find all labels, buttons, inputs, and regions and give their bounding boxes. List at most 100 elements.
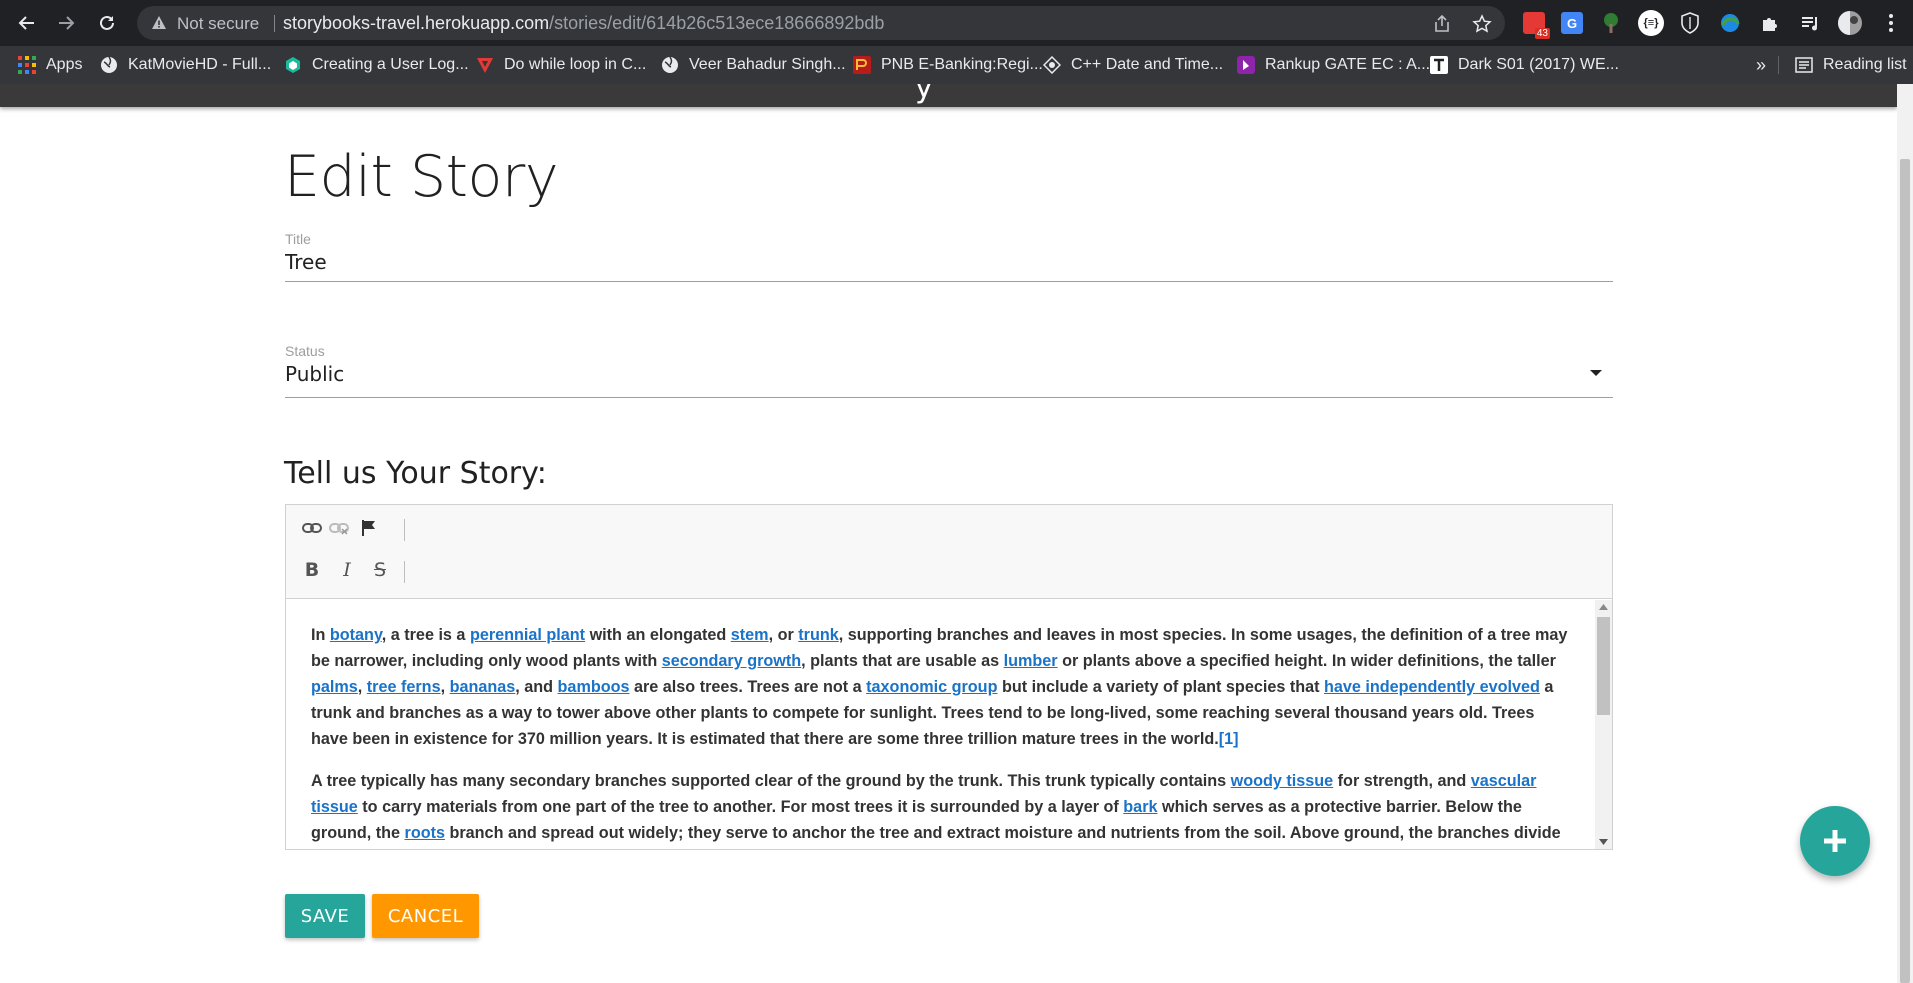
story-link[interactable]: woody tissue <box>1231 772 1334 790</box>
shield-extension-icon[interactable] <box>1677 10 1703 36</box>
bookmark-dark[interactable]: Dark S01 (2017) WE... <box>1430 54 1619 76</box>
t-logo-icon <box>1430 56 1448 74</box>
rankup-logo-icon <box>1237 56 1255 74</box>
bookmark-cpp-date[interactable]: C++ Date and Time... <box>1043 54 1223 76</box>
translate-extension-icon[interactable]: G <box>1559 10 1585 36</box>
status-selected-value: Public <box>285 362 345 386</box>
insert-link-button[interactable] <box>299 515 325 541</box>
story-text: but include a variety of plant species t… <box>997 678 1324 696</box>
extensions-puzzle-icon[interactable] <box>1757 10 1783 36</box>
story-text: , <box>440 678 450 696</box>
story-paragraph: In botany, a tree is a perennial plant w… <box>311 622 1573 752</box>
bookmark-label: KatMovieHD - Full... <box>128 56 272 73</box>
strikethrough-button[interactable]: S <box>367 557 393 583</box>
forward-button[interactable] <box>49 6 83 40</box>
story-text: In <box>311 626 330 644</box>
site-brand-fragment: y <box>915 84 933 105</box>
story-link[interactable]: perennial plant <box>470 626 585 644</box>
bookmark-star-icon[interactable] <box>1472 14 1492 34</box>
page-scrollbar-thumb[interactable] <box>1900 159 1910 983</box>
story-link[interactable]: taxonomic group <box>866 678 997 696</box>
tree-extension-icon[interactable] <box>1598 10 1624 36</box>
story-text: branch and spread out widely; they serve… <box>444 824 1561 842</box>
scroll-up-icon[interactable] <box>1599 604 1608 610</box>
cube-icon <box>286 57 300 73</box>
title-input[interactable] <box>285 242 1613 282</box>
page-scrollbar[interactable] <box>1897 84 1913 983</box>
scroll-down-icon[interactable] <box>1599 839 1608 845</box>
add-story-fab[interactable] <box>1800 806 1870 876</box>
media-control-icon[interactable] <box>1797 10 1823 36</box>
link-icon <box>302 523 322 533</box>
story-link[interactable]: have independently evolved <box>1324 678 1540 696</box>
bookmark-katmoviehd[interactable]: KatMovieHD - Full... <box>100 54 271 76</box>
story-link[interactable]: bamboos <box>558 678 630 696</box>
status-select[interactable]: Public <box>285 354 1613 398</box>
reading-list-button[interactable]: Reading list <box>1795 54 1907 76</box>
story-text: to carry materials from one part of the … <box>357 798 1124 816</box>
italic-button[interactable]: I <box>334 557 360 583</box>
story-link[interactable]: botany <box>330 626 382 644</box>
bookmark-pnb[interactable]: PNB E-Banking:Regi... <box>853 54 1043 76</box>
bookmark-do-while[interactable]: Do while loop in C... <box>476 54 646 76</box>
story-heading: Tell us Your Story: <box>284 456 547 491</box>
bookmarks-overflow-button[interactable]: » <box>1756 54 1766 76</box>
story-link[interactable]: roots <box>405 824 445 842</box>
pnb-logo-icon <box>853 56 871 74</box>
story-text: or plants above a specified height. In w… <box>1057 652 1556 670</box>
apps-grid-icon <box>18 56 36 74</box>
triangle-logo-icon <box>477 58 493 73</box>
url-separator <box>274 15 275 32</box>
cancel-button[interactable]: CANCEL <box>372 894 479 938</box>
more-menu-icon[interactable] <box>1878 10 1904 36</box>
anchor-button[interactable] <box>356 515 382 541</box>
bold-button[interactable]: B <box>299 557 325 583</box>
bookmark-rankup[interactable]: Rankup GATE EC : A... <box>1237 54 1430 76</box>
story-link[interactable]: bark <box>1123 798 1157 816</box>
story-link[interactable]: secondary growth <box>662 652 801 670</box>
reload-button[interactable] <box>90 6 124 40</box>
story-link[interactable]: lumber <box>1004 652 1058 670</box>
arrow-left-icon <box>18 16 34 30</box>
bookmark-apps[interactable]: Apps <box>18 54 82 76</box>
globe-icon <box>662 56 678 73</box>
calendar-extension-icon[interactable]: 43 <box>1521 10 1550 39</box>
url-path: /stories/edit/614b26c513ece18666892bdb <box>549 13 885 33</box>
globe-icon <box>101 56 117 73</box>
warning-icon <box>152 16 166 29</box>
json-extension-icon[interactable]: {≡} <box>1638 10 1664 36</box>
edge-extension-icon[interactable] <box>1717 10 1743 36</box>
italic-icon: I <box>343 559 351 581</box>
story-text: , or <box>768 626 799 644</box>
story-link[interactable]: palms <box>311 678 358 696</box>
bookmark-label: PNB E-Banking:Regi... <box>881 56 1043 73</box>
story-link[interactable]: stem <box>731 626 769 644</box>
story-text: with an elongated <box>585 626 731 644</box>
security-label[interactable]: Not secure <box>177 14 259 34</box>
address-bar[interactable]: Not secure storybooks-travel.herokuapp.c… <box>137 6 1505 40</box>
editor-scrollbar[interactable] <box>1595 600 1612 849</box>
bookmarks-bar: Apps KatMovieHD - Full... Creating a Use… <box>0 46 1913 84</box>
extension-badge: 43 <box>1534 28 1550 39</box>
save-button[interactable]: SAVE <box>285 894 365 938</box>
editor-content-area[interactable]: In botany, a tree is a perennial plant w… <box>286 600 1612 849</box>
story-text: , a tree is a <box>381 626 470 644</box>
url-text[interactable]: storybooks-travel.herokuapp.com/stories/… <box>283 13 884 34</box>
bookmark-label: Rankup GATE EC : A... <box>1265 56 1431 73</box>
story-link[interactable]: trunk <box>798 626 838 644</box>
caret-down-icon <box>1590 370 1602 376</box>
back-button[interactable] <box>10 6 44 40</box>
editor-scrollbar-thumb[interactable] <box>1597 617 1610 715</box>
story-link[interactable]: tree ferns <box>367 678 441 696</box>
bookmark-label: Apps <box>46 56 83 73</box>
site-navbar: y <box>0 84 1897 107</box>
bold-icon: B <box>304 559 320 581</box>
share-icon[interactable] <box>1432 14 1452 34</box>
remove-link-button[interactable] <box>326 515 352 541</box>
bookmark-veer-bahadur[interactable]: Veer Bahadur Singh... <box>661 54 846 76</box>
profile-avatar-icon[interactable] <box>1837 10 1863 36</box>
reload-icon <box>100 15 114 30</box>
bookmark-user-login[interactable]: Creating a User Log... <box>284 54 469 76</box>
story-link[interactable]: bananas <box>450 678 516 696</box>
citation-link[interactable]: [1] <box>1219 730 1239 748</box>
